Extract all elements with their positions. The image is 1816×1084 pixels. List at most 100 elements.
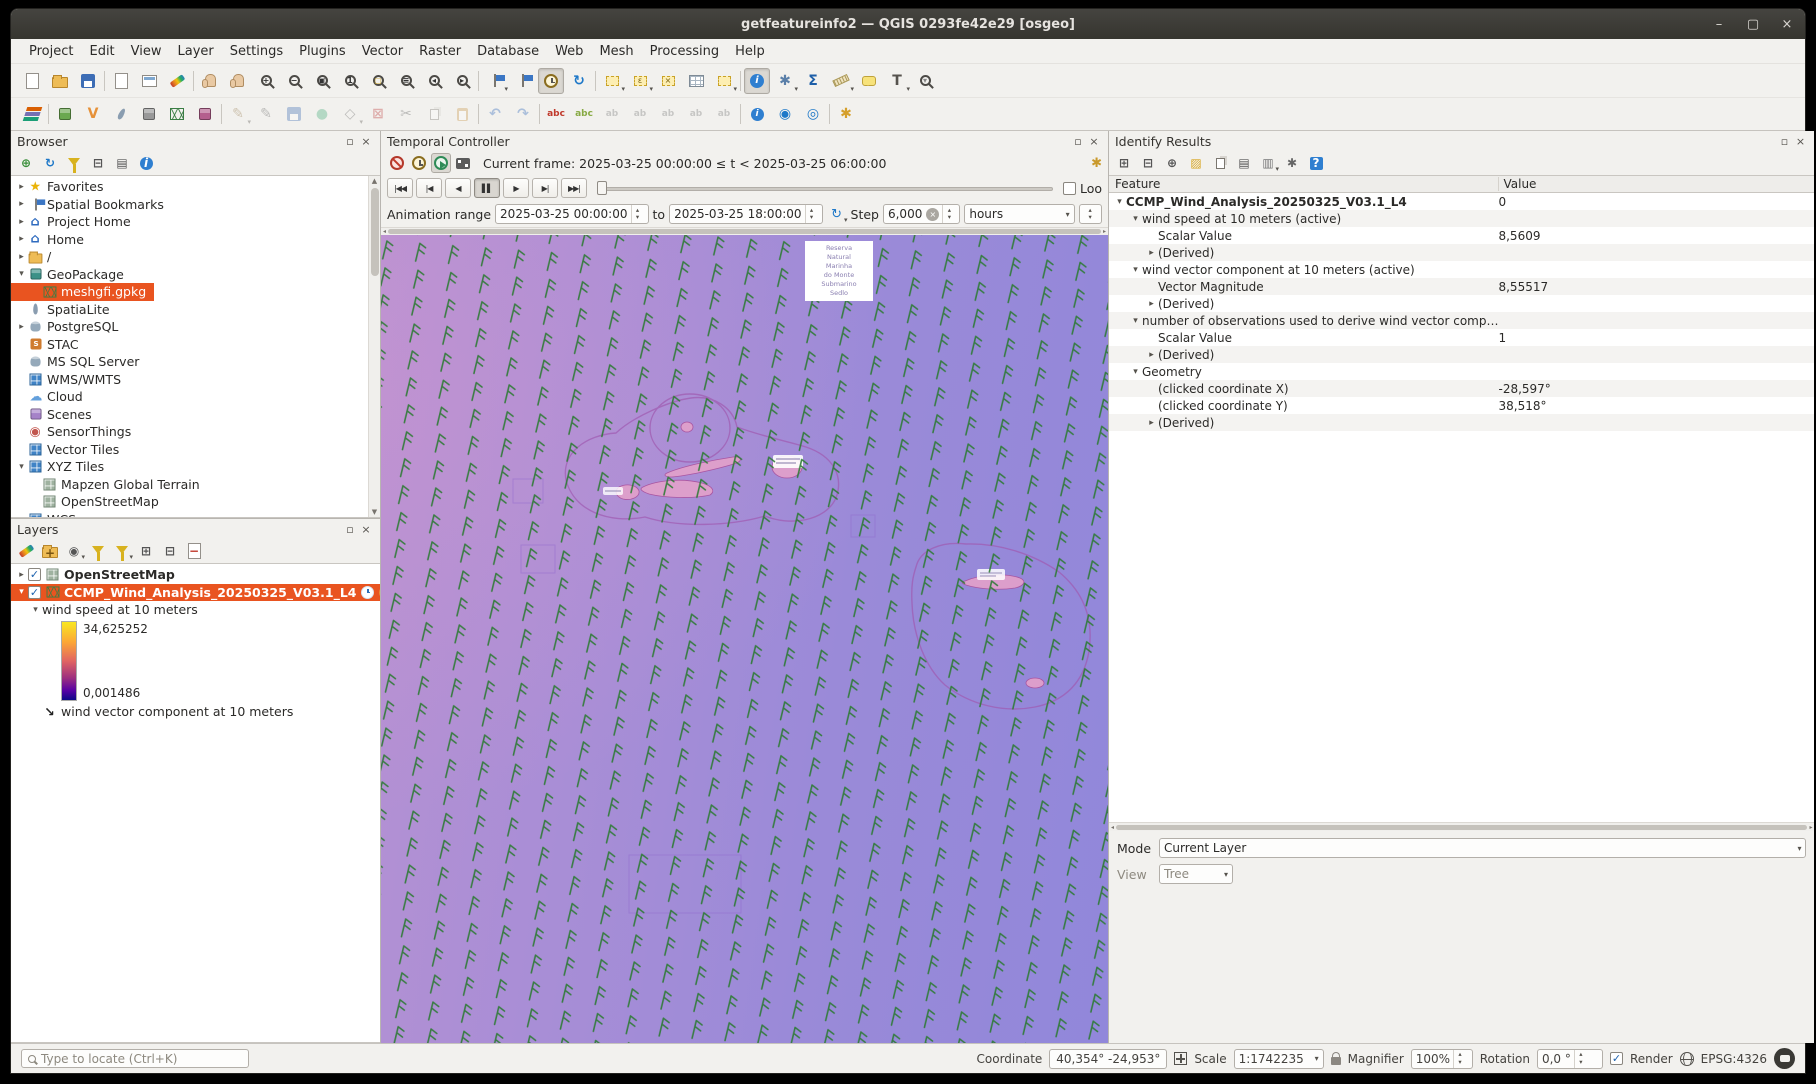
fixed-range-navigation-button[interactable] — [409, 153, 429, 173]
skip-to-end-button[interactable]: ▶▶| — [561, 178, 587, 198]
save-layer-edits-button[interactable] — [281, 101, 307, 127]
identify-row[interactable]: Scalar Value 8,5609 — [1109, 227, 1814, 244]
menu-item[interactable]: Project — [21, 41, 81, 62]
minimize-button[interactable]: – — [1709, 14, 1729, 34]
browser-item-mapzen-global-terrain[interactable]: Mapzen Global Terrain — [11, 476, 208, 494]
filter-legend-button[interactable] — [88, 541, 108, 561]
expand-arrow-icon[interactable]: ▾ — [1129, 316, 1142, 326]
crs-warning-indicator-icon[interactable]: ? — [379, 586, 380, 599]
step-back-button[interactable]: |◀ — [416, 178, 442, 198]
toggle-extents-display-icon[interactable] — [1174, 1052, 1187, 1065]
browser-item-ms-sql-server[interactable]: MS SQL Server — [11, 353, 147, 371]
browser-item-geopackage[interactable]: ▾ GeoPackage — [11, 266, 132, 284]
add-selected-layers-button[interactable]: ⊕ — [16, 153, 36, 173]
layer-group-wind-speed[interactable]: ▾ wind speed at 10 meters — [11, 601, 206, 619]
filter-by-expression-button[interactable] — [112, 541, 132, 561]
identify-row[interactable]: ▾ wind vector component at 10 meters (ac… — [1109, 261, 1814, 278]
coordinate-input[interactable]: 40,354° -24,953° — [1049, 1049, 1167, 1069]
zoom-to-selection-button[interactable]: ▢ — [365, 68, 391, 94]
browser-scrollbar[interactable]: ▲ ▼ — [368, 176, 380, 517]
menu-item[interactable]: Settings — [222, 41, 291, 62]
collapse-tree-button[interactable]: ⊟ — [1138, 153, 1158, 173]
copy-feature-button[interactable] — [1210, 153, 1230, 173]
crs-status-icon[interactable] — [1680, 1052, 1694, 1066]
layer-item-ccmp-wind-analysis[interactable]: ▾ CCMP_Wind_Analysis_20250325_V03.1_L4 ? — [11, 584, 380, 602]
scroll-up-icon[interactable]: ▲ — [372, 176, 377, 186]
text-annotation-button[interactable]: T — [884, 68, 910, 94]
new-mesh-layer-button[interactable] — [164, 101, 190, 127]
menu-item[interactable]: Plugins — [291, 41, 354, 62]
layer-group-wind-vector[interactable]: ↘ wind vector component at 10 meters — [11, 703, 301, 721]
expand-new-results-button[interactable]: ⊕ — [1162, 153, 1182, 173]
new-geopackage-layer-button[interactable] — [52, 101, 78, 127]
style-manager-button[interactable] — [164, 68, 190, 94]
open-layer-styling-button[interactable] — [16, 541, 36, 561]
identify-row[interactable]: (clicked coordinate Y) 38,518° — [1109, 397, 1814, 414]
identify-row[interactable]: ▸ (Derived) — [1109, 346, 1814, 363]
rotate-label-button[interactable]: ab — [683, 101, 709, 127]
layer-visibility-checkbox[interactable] — [28, 568, 41, 581]
identify-row[interactable]: ▾ wind speed at 10 meters (active) — [1109, 210, 1814, 227]
paste-features-button[interactable] — [449, 101, 475, 127]
scroll-right-icon[interactable]: ▸ — [1809, 824, 1812, 831]
expand-arrow-icon[interactable]: ▾ — [15, 269, 28, 279]
scrollbar-thumb[interactable] — [371, 188, 379, 276]
expand-arrow-icon[interactable]: ▾ — [1129, 367, 1142, 377]
identify-help-button[interactable]: ? — [1306, 153, 1326, 173]
rotation-input[interactable]: 0,0 ° ▴▾ — [1537, 1049, 1603, 1069]
temporal-settings-icon[interactable]: ✱ — [1091, 156, 1102, 171]
menu-item[interactable]: Processing — [642, 41, 727, 62]
new-shapefile-layer-button[interactable]: V — [80, 101, 106, 127]
expand-arrow-icon[interactable]: ▸ — [1145, 248, 1158, 258]
coordinate-label[interactable]: Coordinate — [977, 1052, 1043, 1066]
move-label-button[interactable]: ab — [655, 101, 681, 127]
temporal-controller-button[interactable] — [538, 68, 564, 94]
zoom-out-button[interactable]: − — [281, 68, 307, 94]
export-animation-button[interactable] — [453, 153, 473, 173]
spin-buttons[interactable]: ▴▾ — [805, 205, 818, 223]
menu-item[interactable]: Web — [547, 41, 591, 62]
change-label-button[interactable]: ab — [711, 101, 737, 127]
expand-arrow-icon[interactable]: ▸ — [1145, 418, 1158, 428]
clear-results-button[interactable]: ▨ — [1186, 153, 1206, 173]
undo-button[interactable]: ↶ — [482, 101, 508, 127]
spin-buttons[interactable]: ▴▾ — [942, 205, 955, 223]
expand-arrow-icon[interactable]: ▾ — [1113, 197, 1126, 207]
open-attribute-table-button[interactable] — [683, 68, 709, 94]
pan-map-button[interactable] — [197, 68, 223, 94]
play-backward-button[interactable]: ◀ — [445, 178, 471, 198]
identify-float-button[interactable]: ▫ — [1776, 133, 1792, 149]
select-features-button[interactable] — [599, 68, 625, 94]
set-to-full-range-button[interactable]: ↻ — [827, 204, 847, 224]
map-canvas[interactable]: ReservaNaturalMarinhado MonteSubmarinoSe… — [381, 235, 1108, 1043]
temporal-hscrollbar[interactable]: ◂ ▸ — [381, 227, 1108, 235]
scroll-right-icon[interactable]: ▸ — [1103, 228, 1106, 235]
spin-buttons[interactable]: ▴▾ — [1453, 1050, 1466, 1068]
highlight-pinned-labels-button[interactable]: ab — [627, 101, 653, 127]
delete-selected-button[interactable]: ⊠ — [365, 101, 391, 127]
temporal-navigation-off-button[interactable] — [387, 153, 407, 173]
plugin-circle-button[interactable]: ◉ — [772, 101, 798, 127]
expand-arrow-icon[interactable]: ▾ — [1129, 214, 1142, 224]
scrollbar-thumb[interactable] — [388, 229, 1101, 234]
show-spatial-bookmarks-button[interactable] — [510, 68, 536, 94]
browser-item-home[interactable]: ▸ ⌂ Home — [11, 231, 92, 249]
step-forward-button[interactable]: ▶| — [532, 178, 558, 198]
processing-toolbox-button[interactable]: ✱ — [833, 101, 859, 127]
expand-arrow-icon[interactable]: ▸ — [15, 234, 28, 244]
animated-navigation-button[interactable] — [431, 153, 451, 173]
browser-item-openstreetmap[interactable]: OpenStreetMap — [11, 493, 167, 511]
menu-item[interactable]: Raster — [411, 41, 469, 62]
expand-arrow-icon[interactable]: ▾ — [15, 587, 28, 597]
identify-row[interactable]: Scalar Value 1 — [1109, 329, 1814, 346]
step-unit-combo[interactable]: hours ▾ — [964, 204, 1074, 224]
browser-item-postgresql[interactable]: ▸ PostgreSQL — [11, 318, 126, 336]
expand-arrow-icon[interactable]: ▾ — [15, 462, 28, 472]
layers-close-button[interactable]: × — [358, 521, 374, 537]
identify-close-button[interactable]: × — [1792, 133, 1808, 149]
browser-item-wcs[interactable]: WCS — [11, 511, 84, 519]
cut-features-button[interactable]: ✂ — [393, 101, 419, 127]
menu-item[interactable]: Database — [469, 41, 547, 62]
deselect-features-button[interactable]: × — [655, 68, 681, 94]
open-project-button[interactable] — [47, 68, 73, 94]
